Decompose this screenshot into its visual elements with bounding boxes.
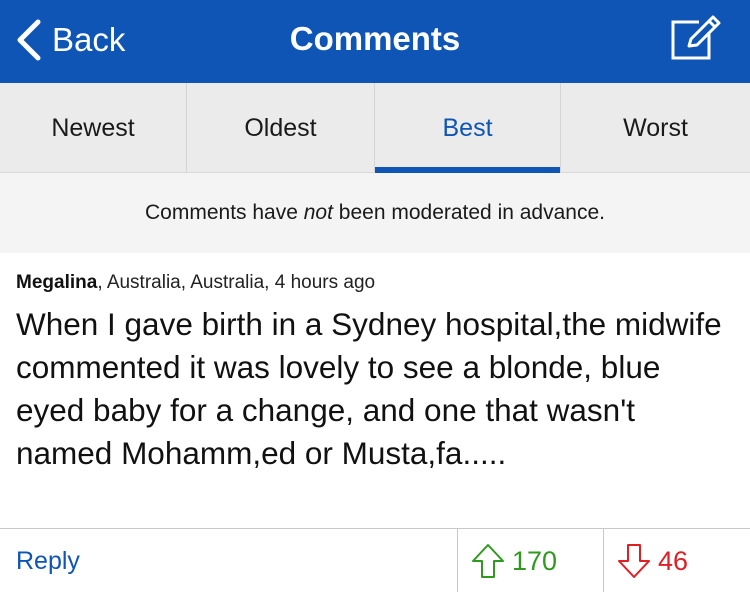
notice-suffix: been moderated in advance. (332, 201, 605, 224)
tab-worst[interactable]: Worst (561, 83, 750, 173)
notice-emphasis: not (303, 201, 333, 224)
comment-text: When I gave birth in a Sydney hospital,t… (16, 306, 722, 471)
downvote-count: 46 (658, 545, 689, 576)
back-label: Back (52, 21, 126, 58)
notice-prefix: Comments have (145, 201, 304, 224)
arrow-down-icon (618, 544, 650, 578)
sort-tabs: Newest Oldest Best Worst (0, 83, 750, 173)
arrow-up-icon (472, 544, 504, 578)
moderation-notice: Comments have not been moderated in adva… (0, 173, 750, 253)
compose-icon (671, 15, 721, 60)
comment-actions: Reply 170 46 (0, 528, 750, 592)
tab-newest[interactable]: Newest (0, 83, 187, 173)
reply-button[interactable]: Reply (16, 547, 80, 576)
upvote-button[interactable]: 170 (457, 529, 603, 592)
compose-button[interactable] (669, 12, 721, 62)
comment-meta: Megalina, Australia, Australia, 4 hours … (16, 272, 375, 294)
upvote-count: 170 (512, 545, 558, 576)
back-button[interactable]: Back (14, 16, 125, 64)
top-bar: Back Comments (0, 0, 750, 83)
tab-best[interactable]: Best (375, 83, 561, 173)
tab-oldest[interactable]: Oldest (187, 83, 375, 173)
downvote-button[interactable]: 46 (603, 529, 750, 592)
chevron-left-icon (17, 19, 41, 61)
comment-location-time: , Australia, Australia, 4 hours ago (97, 272, 376, 293)
comment-author[interactable]: Megalina (16, 272, 97, 293)
